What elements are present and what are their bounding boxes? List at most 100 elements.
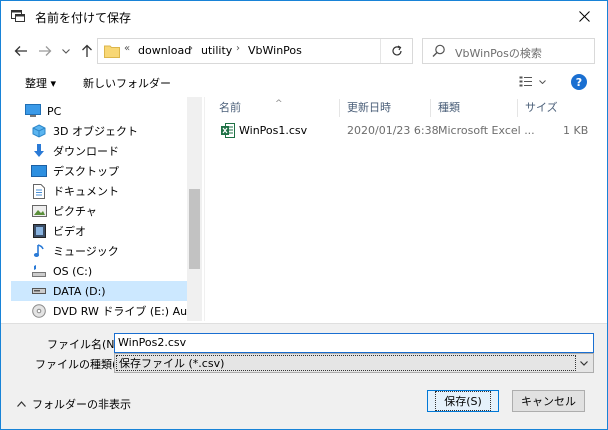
window-title: 名前を付けて保存 bbox=[35, 11, 132, 25]
address-bar[interactable]: « download › utility › VbWinPos bbox=[97, 38, 461, 64]
tree-item-music[interactable]: ミュージック bbox=[11, 241, 190, 261]
tree-item-label: デスクトップ bbox=[53, 165, 119, 178]
back-button[interactable] bbox=[11, 41, 31, 61]
download-icon bbox=[31, 143, 47, 159]
tree-item-desktop[interactable]: デスクトップ bbox=[11, 161, 190, 181]
save-options-panel: ファイル名(N): WinPos2.csv ファイルの種類(T): 保存ファイル… bbox=[1, 323, 607, 429]
tree-item-label: DATA (D:) bbox=[53, 284, 106, 298]
scrollbar-thumb[interactable] bbox=[189, 189, 200, 269]
refresh-icon bbox=[391, 45, 402, 56]
tree-item-dvd-e[interactable]: DVD RW ドライブ (E:) Audio CD bbox=[11, 301, 202, 321]
navigation-bar: « download › utility › VbWinPos VbWinPos… bbox=[1, 33, 607, 69]
save-as-dialog: 名前を付けて保存 « download › utility › VbWinPos… bbox=[0, 0, 608, 430]
folder-icon bbox=[104, 45, 120, 58]
search-placeholder: VbWinPosの検索 bbox=[455, 47, 542, 60]
desktop-icon bbox=[31, 163, 47, 179]
tree-item-label: ミュージック bbox=[53, 245, 119, 258]
navigation-pane: PC 3D オブジェクト ダウンロード デスクトップ ドキュメント ピクチャ ビ… bbox=[11, 97, 202, 321]
tree-item-label: ピクチャ bbox=[53, 205, 97, 218]
new-folder-button[interactable]: 新しいフォルダー bbox=[83, 75, 171, 91]
pictures-icon bbox=[31, 203, 47, 219]
back-arrow-icon bbox=[14, 46, 27, 56]
breadcrumb-separator: › bbox=[236, 43, 240, 54]
column-header-date[interactable]: 更新日時 bbox=[339, 97, 430, 119]
file-list: ^ 名前 更新日時 種類 サイズ WinPos1.csv 2020/01/23 … bbox=[211, 97, 605, 321]
drive-icon bbox=[31, 263, 47, 279]
column-header-label: 種類 bbox=[438, 101, 460, 114]
filetype-select[interactable]: 保存ファイル (*.csv) bbox=[114, 353, 594, 373]
filetype-selected-value: 保存ファイル (*.csv) bbox=[116, 355, 576, 371]
breadcrumb-overflow[interactable]: « bbox=[124, 43, 130, 54]
chevron-down-icon bbox=[580, 361, 588, 366]
tree-item-label: DVD RW ドライブ (E:) Audio CD bbox=[53, 305, 202, 318]
tree-item-label: ドキュメント bbox=[53, 185, 119, 198]
tree-item-pictures[interactable]: ピクチャ bbox=[11, 201, 190, 221]
column-header-size[interactable]: サイズ bbox=[517, 97, 597, 119]
tree-item-3d-objects[interactable]: 3D オブジェクト bbox=[11, 121, 190, 141]
save-button[interactable]: 保存(S) bbox=[427, 390, 499, 412]
column-header-type[interactable]: 種類 bbox=[430, 97, 517, 119]
music-icon bbox=[31, 243, 47, 259]
chevron-up-icon bbox=[17, 401, 26, 407]
breadcrumb-vbwinpos[interactable]: VbWinPos bbox=[248, 44, 302, 57]
search-icon bbox=[432, 44, 445, 57]
file-name: WinPos1.csv bbox=[239, 124, 308, 137]
up-button[interactable] bbox=[77, 41, 97, 61]
column-header-name[interactable]: ^ 名前 bbox=[211, 97, 339, 119]
cancel-button-label: キャンセル bbox=[521, 395, 576, 408]
tree-item-os-c[interactable]: OS (C:) bbox=[11, 261, 190, 281]
cd-icon bbox=[31, 303, 47, 319]
column-header-label: 名前 bbox=[219, 101, 241, 114]
breadcrumb-separator: › bbox=[189, 43, 193, 54]
title-bar: 名前を付けて保存 bbox=[1, 1, 607, 31]
hide-folders-toggle[interactable]: フォルダーの非表示 bbox=[17, 396, 131, 412]
forward-button[interactable] bbox=[35, 41, 55, 61]
tree-item-pc[interactable]: PC bbox=[11, 101, 184, 121]
view-options-button[interactable] bbox=[519, 73, 549, 91]
help-button[interactable]: ? bbox=[571, 74, 587, 90]
close-button[interactable] bbox=[561, 1, 607, 31]
tree-item-label: ビデオ bbox=[53, 225, 86, 238]
breadcrumb-download[interactable]: download bbox=[138, 44, 191, 57]
drive-icon bbox=[31, 283, 47, 299]
pc-icon bbox=[25, 103, 41, 119]
refresh-button[interactable] bbox=[380, 39, 412, 63]
sort-ascending-icon: ^ bbox=[275, 99, 283, 109]
column-header-label: サイズ bbox=[525, 101, 558, 114]
breadcrumb-utility[interactable]: utility bbox=[201, 44, 232, 57]
videos-icon bbox=[31, 223, 47, 239]
organize-button[interactable]: 整理 ▾ bbox=[25, 75, 56, 91]
filename-label: ファイル名(N): bbox=[47, 338, 123, 351]
tree-item-documents[interactable]: ドキュメント bbox=[11, 181, 190, 201]
excel-icon bbox=[221, 123, 235, 138]
forward-arrow-icon bbox=[39, 46, 52, 56]
save-button-label: 保存(S) bbox=[435, 391, 491, 411]
documents-icon bbox=[31, 183, 47, 199]
pane-splitter[interactable] bbox=[204, 97, 205, 321]
chevron-down-icon bbox=[539, 80, 546, 84]
tree-item-label: ダウンロード bbox=[53, 145, 119, 158]
filename-input[interactable]: WinPos2.csv bbox=[114, 333, 594, 353]
up-arrow-icon bbox=[82, 44, 92, 57]
file-row[interactable]: WinPos1.csv 2020/01/23 6:38 Microsoft Ex… bbox=[211, 121, 601, 141]
recent-locations-button[interactable] bbox=[59, 41, 73, 61]
tree-item-data-d[interactable]: DATA (D:) bbox=[11, 281, 190, 301]
tree-item-videos[interactable]: ビデオ bbox=[11, 221, 190, 241]
file-date: 2020/01/23 6:38 bbox=[347, 124, 439, 137]
close-icon bbox=[578, 10, 590, 22]
tree-item-label: 3D オブジェクト bbox=[53, 125, 138, 138]
tree-item-downloads[interactable]: ダウンロード bbox=[11, 141, 190, 161]
3d-objects-icon bbox=[31, 123, 47, 139]
save-dialog-icon bbox=[11, 10, 25, 22]
tree-item-label: OS (C:) bbox=[53, 264, 93, 278]
file-size: 1 KB bbox=[563, 124, 589, 137]
file-type: Microsoft Excel ... bbox=[438, 124, 535, 137]
search-box[interactable]: VbWinPosの検索 bbox=[422, 38, 595, 64]
column-header-label: 更新日時 bbox=[347, 101, 391, 114]
chevron-down-icon bbox=[62, 48, 70, 54]
view-details-icon bbox=[519, 76, 532, 87]
tree-item-label: PC bbox=[47, 104, 62, 118]
hide-folders-label: フォルダーの非表示 bbox=[32, 398, 131, 411]
cancel-button[interactable]: キャンセル bbox=[512, 390, 585, 412]
navigation-scrollbar[interactable] bbox=[187, 97, 202, 321]
